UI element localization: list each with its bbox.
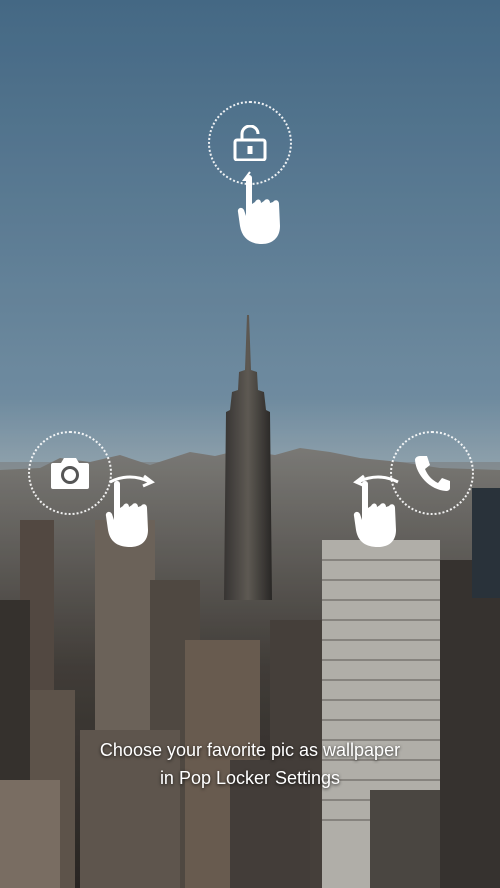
wallpaper-hint: Choose your favorite pic as wallpaper in… xyxy=(0,736,500,792)
swipe-up-hand-icon xyxy=(237,171,280,244)
camera-icon xyxy=(51,458,89,489)
swipe-left-hand-icon xyxy=(353,474,399,547)
swipe-right-hand-icon xyxy=(105,474,155,547)
hint-line-1: Choose your favorite pic as wallpaper xyxy=(99,740,401,760)
phone-icon xyxy=(415,456,450,491)
hint-line-2: in Pop Locker Settings xyxy=(159,768,341,788)
unlock-icon xyxy=(233,125,267,161)
